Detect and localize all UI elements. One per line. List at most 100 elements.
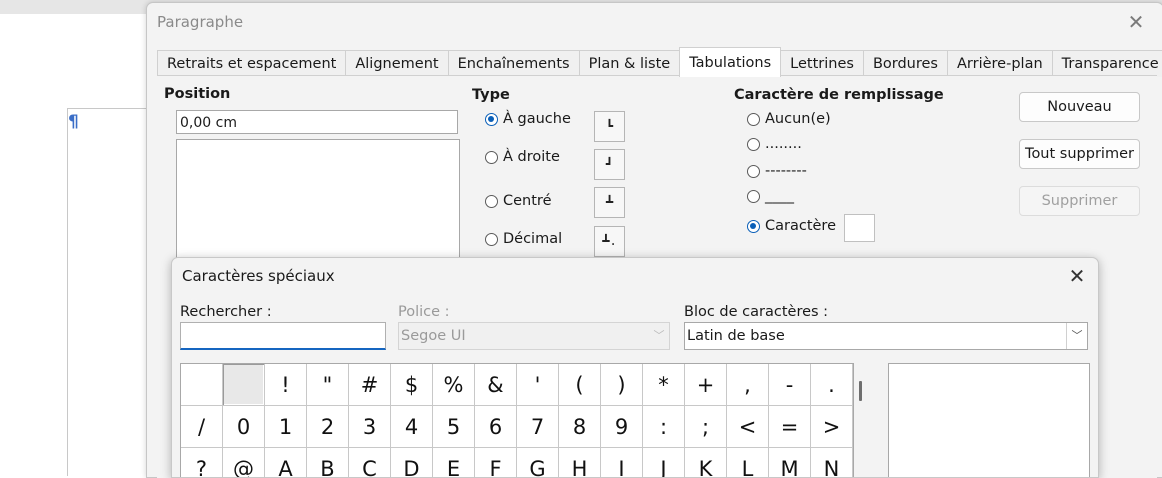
character-cell[interactable]: ': [517, 364, 559, 406]
chevron-down-icon: ﹀: [653, 329, 665, 342]
font-label: Police :: [398, 304, 450, 320]
character-cell[interactable]: I: [601, 448, 643, 477]
document-page[interactable]: [0, 14, 160, 476]
character-cell[interactable]: M: [769, 448, 811, 477]
character-cell[interactable]: $: [391, 364, 433, 406]
fill-dots-label: ........: [765, 136, 802, 152]
special-characters-dialog: Caractères spéciaux ✕ Rechercher : Polic…: [171, 257, 1099, 478]
character-cell[interactable]: ": [307, 364, 349, 406]
type-right-option[interactable]: À droite: [485, 149, 560, 165]
grid-scrollbar[interactable]: [859, 381, 862, 401]
character-cell[interactable]: F: [475, 448, 517, 477]
character-cell[interactable]: ?: [181, 448, 223, 477]
character-preview: [888, 363, 1090, 477]
character-cell[interactable]: (: [559, 364, 601, 406]
chevron-down-icon[interactable]: ﹀: [1066, 323, 1087, 349]
character-cell[interactable]: ,: [727, 364, 769, 406]
close-icon[interactable]: ✕: [1064, 263, 1090, 289]
character-cell[interactable]: 2: [307, 406, 349, 448]
character-cell[interactable]: L: [727, 448, 769, 477]
character-cell[interactable]: <: [727, 406, 769, 448]
type-decimal-radio[interactable]: [485, 232, 498, 246]
fill-none-option[interactable]: Aucun(e): [747, 111, 831, 127]
fill-dashes-option[interactable]: --------: [747, 163, 807, 179]
block-label: Bloc de caractères :: [684, 304, 829, 320]
type-center-label: Centré: [503, 193, 552, 209]
character-cell[interactable]: -: [769, 364, 811, 406]
tab-drop-caps[interactable]: Lettrines: [780, 50, 864, 77]
fill-character-input[interactable]: [844, 214, 875, 242]
tab-outline-list[interactable]: Plan & liste: [578, 50, 681, 77]
type-right-radio[interactable]: [485, 150, 498, 164]
character-cell[interactable]: +: [685, 364, 727, 406]
character-cell[interactable]: :: [643, 406, 685, 448]
type-center-option[interactable]: Centré: [485, 193, 551, 209]
character-cell[interactable]: *: [643, 364, 685, 406]
character-cell[interactable]: 1: [265, 406, 307, 448]
character-cell[interactable]: 9: [601, 406, 643, 448]
character-cell[interactable]: G: [517, 448, 559, 477]
character-cell[interactable]: E: [433, 448, 475, 477]
tab-borders[interactable]: Bordures: [862, 50, 948, 77]
character-cell[interactable]: 4: [391, 406, 433, 448]
font-select[interactable]: Segoe UI ﹀: [398, 322, 670, 350]
character-cell[interactable]: [181, 364, 223, 406]
character-grid[interactable]: ! " # $% & '() * +, -. /0 1 2 3 4 5 6 7 8 9:; < = >? @ A B C D E F G H…: [180, 363, 854, 477]
tab-transparency[interactable]: Transparence: [1051, 50, 1162, 77]
delete-all-button[interactable]: Tout supprimer: [1019, 139, 1140, 169]
fill-dashes-radio[interactable]: [747, 164, 760, 178]
character-cell[interactable]: &: [475, 364, 517, 406]
fill-dots-option[interactable]: ........: [747, 136, 802, 152]
character-cell[interactable]: ): [601, 364, 643, 406]
search-label: Rechercher :: [180, 304, 272, 320]
close-icon[interactable]: ✕: [1123, 9, 1149, 35]
new-button[interactable]: Nouveau: [1019, 92, 1140, 122]
character-cell[interactable]: ;: [685, 406, 727, 448]
type-center-radio[interactable]: [485, 194, 498, 208]
fill-character-radio[interactable]: [747, 219, 760, 233]
character-cell[interactable]: H: [559, 448, 601, 477]
character-cell[interactable]: 8: [559, 406, 601, 448]
left-tab-icon: ┗: [594, 111, 625, 142]
type-left-radio[interactable]: [485, 112, 498, 126]
character-cell[interactable]: .: [811, 364, 853, 406]
character-cell[interactable]: !: [265, 364, 307, 406]
fill-underline-radio[interactable]: [747, 189, 760, 203]
block-select[interactable]: Latin de base ﹀: [684, 322, 1088, 350]
character-cell[interactable]: 3: [349, 406, 391, 448]
character-cell[interactable]: 0: [223, 406, 265, 448]
character-cell[interactable]: 6: [475, 406, 517, 448]
character-cell[interactable]: >: [811, 406, 853, 448]
fill-none-radio[interactable]: [747, 112, 760, 126]
character-cell[interactable]: D: [391, 448, 433, 477]
character-cell[interactable]: /: [181, 406, 223, 448]
tab-area[interactable]: Arrière-plan: [947, 50, 1053, 77]
character-cell[interactable]: @: [223, 448, 265, 477]
character-cell[interactable]: J: [643, 448, 685, 477]
type-decimal-option[interactable]: Décimal: [485, 231, 562, 247]
delete-button[interactable]: Supprimer: [1019, 186, 1140, 216]
character-cell[interactable]: A: [265, 448, 307, 477]
fill-underline-option[interactable]: ____: [747, 188, 794, 204]
search-input[interactable]: [180, 322, 386, 350]
character-cell[interactable]: N: [811, 448, 853, 477]
character-cell[interactable]: 7: [517, 406, 559, 448]
character-cell[interactable]: [223, 364, 265, 406]
tab-text-flow[interactable]: Enchaînements: [447, 50, 580, 77]
fill-character-option[interactable]: Caractère: [747, 218, 836, 234]
character-cell[interactable]: C: [349, 448, 391, 477]
fill-char-label: Caractère de remplissage: [734, 87, 944, 103]
character-cell[interactable]: 5: [433, 406, 475, 448]
character-cell[interactable]: =: [769, 406, 811, 448]
type-left-option[interactable]: À gauche: [485, 111, 571, 127]
character-cell[interactable]: K: [685, 448, 727, 477]
character-cell[interactable]: B: [307, 448, 349, 477]
tab-alignment[interactable]: Alignement: [345, 50, 449, 77]
fill-dots-radio[interactable]: [747, 137, 760, 151]
fill-character-label: Caractère: [765, 218, 836, 234]
position-input[interactable]: 0,00 cm: [176, 110, 458, 134]
character-cell[interactable]: %: [433, 364, 475, 406]
tab-tabs[interactable]: Tabulations: [679, 47, 782, 77]
character-cell[interactable]: #: [349, 364, 391, 406]
tab-indents-spacing[interactable]: Retraits et espacement: [157, 50, 347, 77]
